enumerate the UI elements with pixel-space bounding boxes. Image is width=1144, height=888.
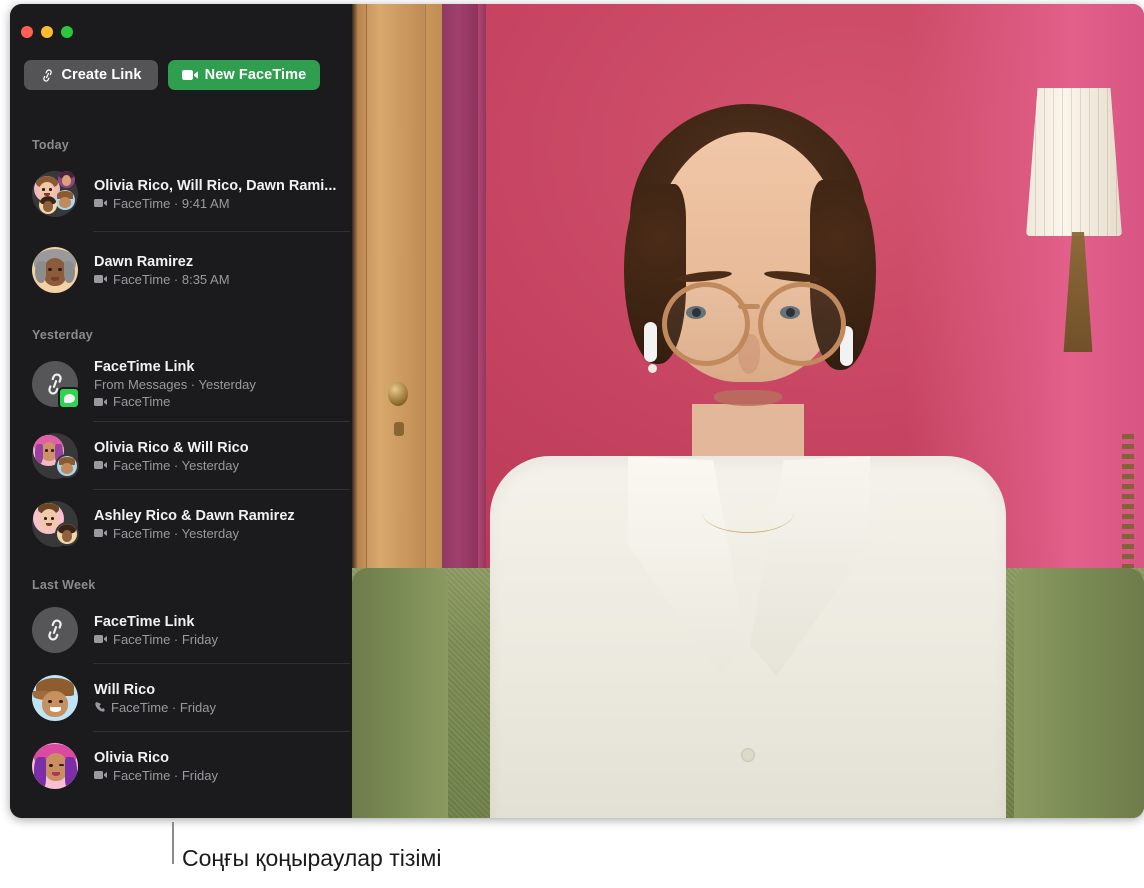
avatar [32,247,78,293]
list-item-text: Will Rico FaceTime · Friday [94,681,342,716]
list-item-text: Dawn Ramirez FaceTime · 8:35 AM [94,253,342,288]
list-item-text: Olivia Rico & Will Rico FaceTime · Yeste… [94,439,342,474]
facetime-link-avatar [32,361,80,409]
list-item-text: Ashley Rico & Dawn Ramirez FaceTime · Ye… [94,507,342,542]
list-item-subtitle: FaceTime · Friday [94,767,342,784]
list-item-meta: FaceTime · Yesterday [113,457,239,473]
list-item[interactable]: Dawn Ramirez FaceTime · 8:35 AM [10,232,352,308]
video-camera-icon [181,69,199,81]
list-item-title: Will Rico [94,681,156,698]
link-icon [32,607,78,653]
group-avatar [32,171,78,217]
lamp-shade-ribs [1026,88,1122,236]
list-item-subtitle: FaceTime · Friday [94,631,342,648]
facetime-window: Create Link New FaceTime Today Olivia Ri… [10,4,1144,818]
list-item[interactable]: FaceTime Link From Messages · Yesterday … [10,346,352,422]
list-item-text: Olivia Rico FaceTime · Friday [94,749,342,784]
close-button[interactable] [21,26,33,38]
necklace [702,492,794,533]
create-link-label: Create Link [61,67,142,83]
new-facetime-button[interactable]: New FaceTime [168,60,320,90]
avatar [32,675,78,721]
video-camera-icon [94,198,108,208]
list-item-subtitle: FaceTime [94,393,342,410]
couch-arm-right [1014,568,1144,818]
person-hair-curls [636,100,860,250]
video-camera-icon [94,460,108,470]
list-item-meta: FaceTime · Friday [113,767,218,783]
create-link-button[interactable]: Create Link [24,60,158,90]
phone-icon [94,701,106,713]
avatar [32,743,78,789]
nose [738,334,760,374]
list-item[interactable]: Ashley Rico & Dawn Ramirez FaceTime · Ye… [10,490,352,558]
list-item-subtitle: FaceTime · Yesterday [94,525,342,542]
video-camera-icon [94,528,108,538]
eyeglasses-lens-right [758,282,846,366]
list-item-text: Olivia Rico, Will Rico, Dawn Rami... Fac… [94,177,342,212]
facetime-link-avatar [32,607,78,653]
list-item-title: FaceTime Link [94,359,195,375]
list-item-subtitle: FaceTime · 8:35 AM [94,271,342,288]
group-header-today: Today [32,138,69,152]
list-item[interactable]: Olivia Rico, Will Rico, Dawn Rami... Fac… [10,156,352,232]
shirt-button [741,748,755,762]
list-item-meta: FaceTime · 9:41 AM [113,195,230,211]
list-item-source: From Messages · Yesterday [94,377,256,392]
list-item-subtitle: FaceTime · 9:41 AM [94,195,342,212]
couch-arm-left [352,568,448,818]
video-camera-icon [94,397,108,407]
door-lock [394,422,404,436]
list-item-title: Olivia Rico & Will Rico [94,439,249,456]
list-item-text: FaceTime Link FaceTime · Friday [94,613,342,648]
video-call-preview[interactable] [352,4,1144,818]
link-icon [40,68,55,83]
list-item-title: FaceTime Link [94,613,195,630]
new-facetime-label: New FaceTime [204,67,307,83]
list-item-text: FaceTime Link From Messages · Yesterday … [94,358,342,410]
sidebar: Create Link New FaceTime Today Olivia Ri… [10,4,352,818]
callout-leader-line [172,822,174,864]
video-camera-icon [94,770,108,780]
recent-calls-list[interactable]: Today Olivia Rico, Will Rico, Dawn Rami.… [10,104,352,818]
list-item-subtitle: FaceTime · Yesterday [94,457,342,474]
list-item[interactable]: Will Rico FaceTime · Friday [10,664,352,732]
group-avatar [32,501,78,547]
group-avatar [32,433,78,479]
callout-caption: Соңғы қоңыраулар тізімі [182,845,442,871]
list-item[interactable]: Olivia Rico & Will Rico FaceTime · Yeste… [10,422,352,490]
list-item-meta: FaceTime · Yesterday [113,525,239,541]
zoom-button[interactable] [61,26,73,38]
list-item-title: Ashley Rico & Dawn Ramirez [94,507,295,524]
video-camera-icon [94,274,108,284]
mouth [714,390,782,406]
list-item[interactable]: Olivia Rico FaceTime · Friday [10,732,352,800]
group-header-last-week: Last Week [32,578,96,592]
door-knob [388,382,408,406]
earring [648,364,657,373]
screenshot-root: Create Link New FaceTime Today Olivia Ri… [0,0,1144,888]
list-item-subtitle: FaceTime · Friday [94,699,342,716]
list-item-meta: FaceTime · Friday [111,699,216,715]
list-item[interactable]: FaceTime Link FaceTime · Friday [10,596,352,664]
list-item-title: Olivia Rico [94,749,169,766]
sidebar-toolbar: Create Link New FaceTime [24,60,320,90]
list-item-meta: FaceTime · 8:35 AM [113,271,230,287]
messages-badge-icon [58,387,80,409]
airpod-left [644,322,657,362]
list-item-title: Olivia Rico, Will Rico, Dawn Rami... [94,177,337,194]
window-controls [21,26,73,38]
eyeglasses-lens-left [662,282,750,366]
list-item-meta: FaceTime · Friday [113,631,218,647]
group-header-yesterday: Yesterday [32,328,93,342]
video-camera-icon [94,634,108,644]
list-item-title: Dawn Ramirez [94,253,194,270]
minimize-button[interactable] [41,26,53,38]
eyeglasses-bridge [738,304,760,309]
list-item-meta: FaceTime [113,394,171,409]
